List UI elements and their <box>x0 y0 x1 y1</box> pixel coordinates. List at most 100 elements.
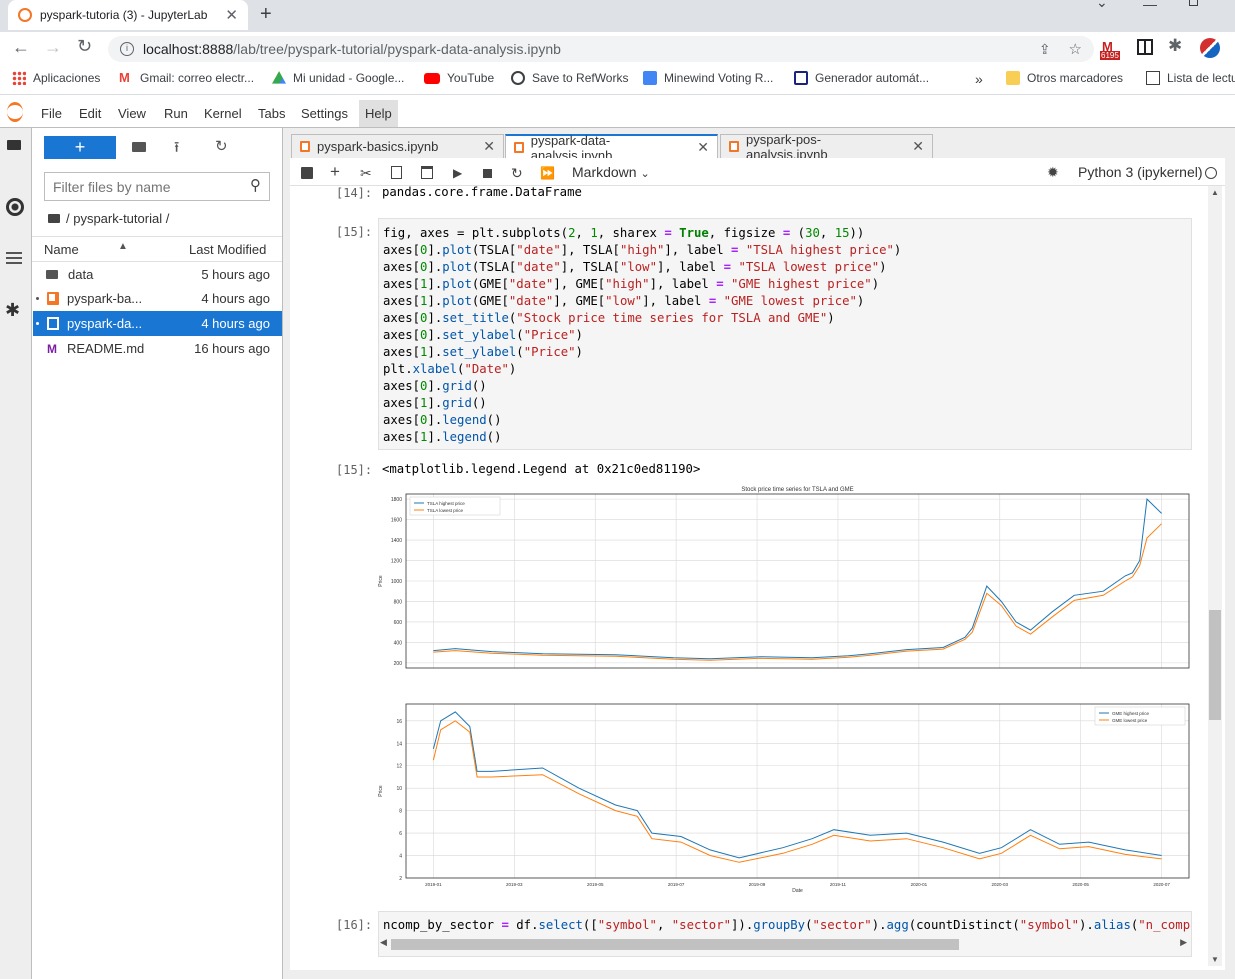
new-tab-icon[interactable]: + <box>260 3 272 26</box>
bookmark-star-icon[interactable]: ☆ <box>1069 40 1082 58</box>
file-modified: 4 hours ago <box>201 291 270 306</box>
breadcrumb-path[interactable]: / pyspark-tutorial / <box>66 211 169 226</box>
new-launcher-button[interactable]: + <box>44 136 116 159</box>
sort-ascending-icon[interactable]: ▲ <box>118 241 128 252</box>
maximize-icon[interactable] <box>1189 0 1198 6</box>
column-name[interactable]: Name <box>44 242 79 257</box>
bookmarks-bar: Aplicaciones M Gmail: correo electr... Mi… <box>0 65 1235 95</box>
extensions-puzzle-icon[interactable]: ✱ <box>1168 36 1182 56</box>
restart-icon[interactable]: ↻ <box>511 165 523 182</box>
menu-edit[interactable]: Edit <box>79 106 101 121</box>
minimize-icon[interactable]: — <box>1143 0 1157 12</box>
cell-type-value: Markdown <box>572 164 637 180</box>
stop-icon[interactable] <box>483 169 492 178</box>
menu-tabs[interactable]: Tabs <box>258 106 285 121</box>
bookmark-label: Gmail: correo electr... <box>140 71 255 85</box>
forward-icon[interactable]: → <box>44 37 62 58</box>
kernel-name[interactable]: Python 3 (ipykernel) <box>1078 164 1203 180</box>
scroll-up-icon[interactable]: ▲ <box>1211 188 1219 197</box>
new-folder-icon[interactable] <box>132 142 146 152</box>
close-icon[interactable]: ✕ <box>902 138 924 155</box>
y-tick-label: 12 <box>396 764 402 770</box>
tab-search-icon[interactable]: ⌄ <box>1096 0 1108 11</box>
insert-cell-icon[interactable]: + <box>330 162 340 182</box>
menu-kernel[interactable]: Kernel <box>204 106 242 121</box>
scrollbar-thumb[interactable] <box>1209 610 1221 720</box>
upload-icon[interactable]: ⭱ <box>174 137 179 162</box>
output-text: <matplotlib.legend.Legend at 0x21c0ed811… <box>382 462 701 476</box>
copy-icon[interactable] <box>391 166 402 179</box>
y-tick-label: 1000 <box>391 579 402 585</box>
notebook-icon <box>47 317 59 330</box>
code-editor[interactable]: ncomp_by_sector = df.select(["symbol", "… <box>383 917 1191 934</box>
close-tab-icon[interactable]: ✕ <box>225 6 238 24</box>
tab-pyspark-pos-analysis[interactable]: pyspark-pos-analysis.ipynb ✕ <box>720 132 933 162</box>
menu-run[interactable]: Run <box>164 106 188 121</box>
filter-files-input[interactable] <box>53 179 238 195</box>
file-row-data[interactable]: data 5 hours ago <box>33 262 282 287</box>
vertical-scrollbar[interactable]: ▲ ▼ <box>1208 186 1222 966</box>
menu-view[interactable]: View <box>118 106 146 121</box>
save-icon[interactable] <box>301 167 313 179</box>
column-last-modified[interactable]: Last Modified <box>189 242 266 257</box>
folder-icon[interactable] <box>48 214 60 223</box>
menu-help[interactable]: Help <box>359 100 398 127</box>
bookmark-minewind[interactable]: Minewind Voting R... <box>643 71 773 85</box>
debugger-bug-icon[interactable]: ✹ <box>1047 164 1059 181</box>
chevron-down-icon: ⌄ <box>640 168 650 180</box>
share-icon[interactable]: ⇪ <box>1039 41 1051 58</box>
browser-tab[interactable]: pyspark-tutoria (3) - JupyterLab ✕ <box>8 0 248 30</box>
reading-list[interactable]: Lista de lectu <box>1146 71 1235 85</box>
scroll-down-icon[interactable]: ▼ <box>1211 955 1219 964</box>
url-bar[interactable]: i localhost:8888/lab/tree/pyspark-tutori… <box>108 36 1094 62</box>
file-row-pyspark-basics[interactable]: pyspark-ba... 4 hours ago <box>33 286 282 311</box>
file-row-pyspark-data-analysis[interactable]: pyspark-da... 4 hours ago <box>33 311 282 336</box>
refresh-icon[interactable]: ↻ <box>215 137 228 155</box>
activity-bar: ✱ <box>0 128 32 979</box>
scroll-left-icon[interactable]: ◀ <box>380 937 387 948</box>
profile-avatar[interactable] <box>1200 38 1220 58</box>
bookmarks-overflow[interactable]: » <box>975 71 983 87</box>
output-prompt: [15]: <box>336 463 373 477</box>
y-tick-label: 6 <box>399 831 402 837</box>
bookmark-drive[interactable]: Mi unidad - Google... <box>272 71 404 85</box>
bookmark-generador[interactable]: Generador automát... <box>794 71 929 85</box>
bookmark-youtube[interactable]: YouTube <box>424 71 494 85</box>
file-row-readme[interactable]: M README.md 16 hours ago <box>33 336 282 361</box>
x-tick-label: 2019-01 <box>425 882 442 887</box>
gmail-extension-icon[interactable]: M 6195 <box>1100 39 1124 61</box>
tab-pyspark-basics[interactable]: pyspark-basics.ipynb ✕ <box>291 134 504 158</box>
cell-type-select[interactable]: Markdown ⌄ <box>572 164 650 180</box>
bookmark-apps[interactable]: Aplicaciones <box>12 71 100 85</box>
horizontal-scrollbar[interactable] <box>391 939 959 950</box>
y-tick-label: 4 <box>399 854 402 860</box>
restart-run-all-icon[interactable]: ⏩ <box>540 166 555 180</box>
reload-icon[interactable]: ↻ <box>77 36 92 57</box>
extension-table-icon[interactable] <box>1137 39 1153 55</box>
file-browser-icon[interactable] <box>7 140 21 150</box>
run-icon[interactable]: ▶ <box>453 166 462 180</box>
bookmark-label: Lista de lectu <box>1167 71 1235 85</box>
x-tick-label: 2019-11 <box>830 882 847 887</box>
paste-icon[interactable] <box>421 166 433 179</box>
table-of-contents-icon[interactable] <box>6 252 22 264</box>
code-editor[interactable]: fig, axes = plt.subplots(2, 1, sharex = … <box>383 225 1187 446</box>
code-cell-input[interactable]: ncomp_by_sector = df.select(["symbol", "… <box>378 911 1192 957</box>
back-icon[interactable]: ← <box>12 37 30 58</box>
y-tick-label: 600 <box>394 620 403 626</box>
menu-settings[interactable]: Settings <box>301 106 348 121</box>
code-cell-input[interactable]: fig, axes = plt.subplots(2, 1, sharex = … <box>378 218 1192 450</box>
close-icon[interactable]: ✕ <box>687 139 709 156</box>
close-icon[interactable]: ✕ <box>473 138 495 155</box>
extension-manager-icon[interactable]: ✱ <box>5 300 20 321</box>
info-icon[interactable]: i <box>120 42 134 56</box>
scroll-right-icon[interactable]: ▶ <box>1180 937 1187 948</box>
bookmark-refworks[interactable]: Save to RefWorks <box>511 71 628 85</box>
bookmark-gmail[interactable]: M Gmail: correo electr... <box>119 71 255 86</box>
running-kernels-icon[interactable] <box>6 198 24 216</box>
reading-list-icon <box>1146 71 1160 85</box>
menu-file[interactable]: File <box>41 106 62 121</box>
tab-pyspark-data-analysis[interactable]: pyspark-data-analysis.ipynb ✕ <box>505 133 718 163</box>
other-bookmarks[interactable]: Otros marcadores <box>1006 71 1123 85</box>
cut-icon[interactable]: ✂ <box>360 165 372 182</box>
